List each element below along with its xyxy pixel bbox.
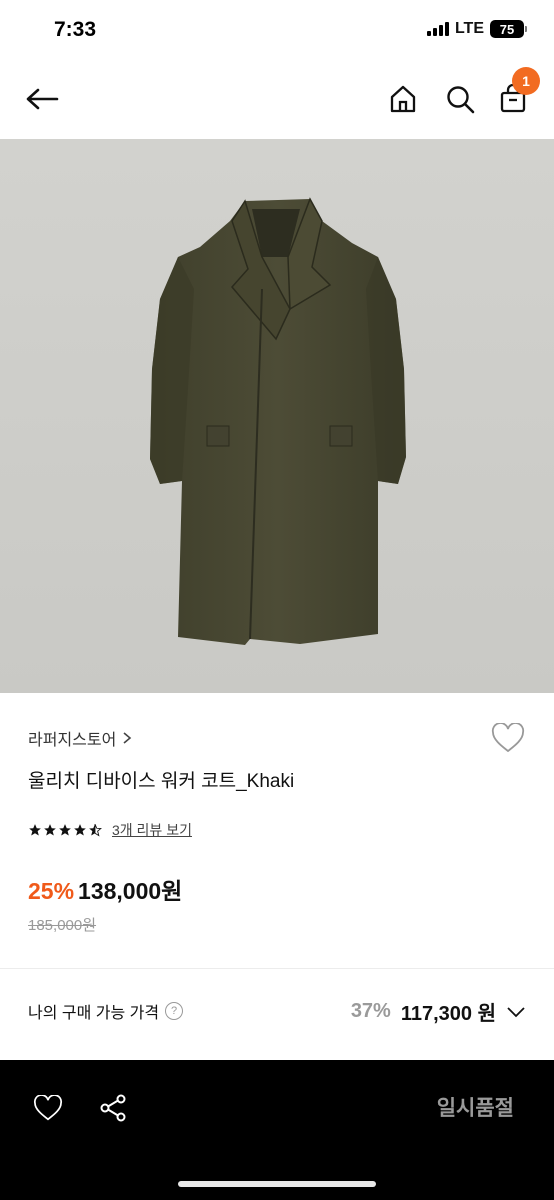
- product-title: 울리치 디바이스 워커 코트_Khaki: [28, 771, 295, 792]
- chevron-right-icon: [123, 732, 132, 744]
- my-price-row: 나의 구매 가능 가격 ? 37% 117,300 원: [0, 969, 554, 1059]
- star-rating: [28, 823, 102, 837]
- share-icon: [100, 1094, 126, 1122]
- battery-icon: 75: [490, 20, 527, 38]
- my-price-label: 나의 구매 가능 가격: [28, 1005, 160, 1022]
- star-icon: [59, 824, 71, 836]
- store-name: 라퍼지스토어: [28, 732, 117, 749]
- search-icon: [447, 86, 475, 114]
- wishlist-button[interactable]: [490, 720, 526, 756]
- home-icon: [390, 85, 416, 113]
- bottom-action-bar: 일시품절: [0, 1060, 554, 1200]
- star-icon: [29, 824, 41, 836]
- price-row: 25% 138,000원: [28, 872, 182, 906]
- home-indicator: [178, 1181, 376, 1187]
- sold-out-button[interactable]: 일시품절: [437, 1092, 514, 1122]
- nav-bar: [0, 60, 554, 138]
- chevron-down-icon: [507, 1006, 525, 1017]
- search-button[interactable]: [441, 80, 479, 118]
- back-arrow-icon: [26, 88, 59, 110]
- like-button[interactable]: [30, 1090, 66, 1126]
- status-indicators: LTE 75: [426, 20, 527, 38]
- rating-row: 3개 리뷰 보기: [28, 820, 192, 840]
- network-type: LTE: [454, 20, 484, 37]
- review-link[interactable]: 3개 리뷰 보기: [112, 820, 192, 840]
- my-price-value: 117,300 원: [400, 1003, 496, 1025]
- store-link[interactable]: 라퍼지스토어: [28, 726, 132, 750]
- status-bar: 7:33 LTE 75: [0, 0, 554, 60]
- coat-image: [0, 139, 554, 693]
- sale-price: 138,000원: [78, 878, 183, 904]
- star-icon: [44, 824, 56, 836]
- star-icon: [74, 824, 86, 836]
- share-button[interactable]: [95, 1090, 131, 1126]
- original-price: 185,000원: [28, 917, 97, 934]
- discount-rate: 25%: [28, 878, 75, 904]
- heart-outline-icon: [491, 723, 525, 753]
- my-discount-rate: 37%: [350, 1000, 391, 1022]
- back-button[interactable]: [22, 80, 62, 118]
- my-price-toggle[interactable]: 37% 117,300 원: [351, 997, 526, 1026]
- my-price-label-group: 나의 구매 가능 가격 ?: [28, 999, 184, 1023]
- home-button[interactable]: [384, 80, 422, 118]
- cart-count-badge: 1: [512, 67, 540, 95]
- status-time: 7:33: [54, 18, 97, 41]
- heart-icon: [33, 1095, 63, 1121]
- signal-icon: [426, 22, 449, 36]
- product-image[interactable]: [0, 139, 554, 693]
- half-star-icon: [89, 823, 102, 837]
- help-icon[interactable]: ?: [165, 1002, 184, 1020]
